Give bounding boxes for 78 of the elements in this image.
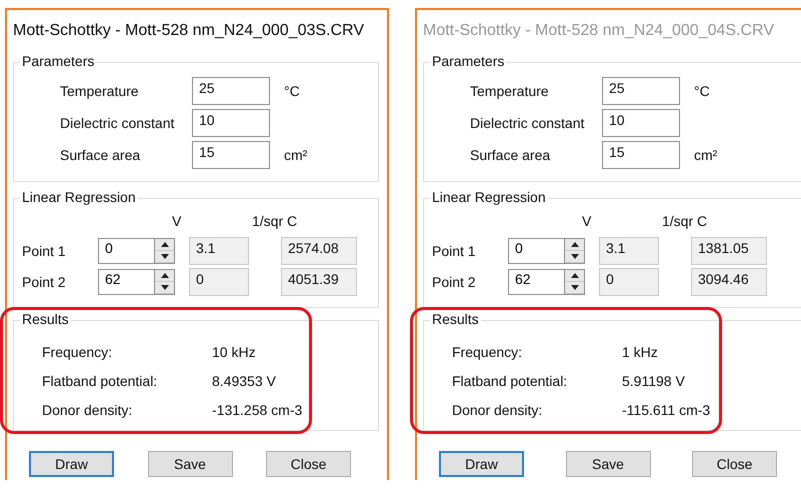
- group-title: Linear Regression: [430, 189, 548, 205]
- group-title: Parameters: [430, 53, 506, 69]
- dialog-button[interactable]: Draw: [439, 451, 524, 477]
- readonly-field[interactable]: 2574.08: [281, 237, 357, 265]
- input-field[interactable]: 15: [602, 141, 680, 169]
- spin-up-button[interactable]: [565, 239, 584, 251]
- up-arrow-icon: [160, 273, 168, 278]
- unit-label: °C: [694, 83, 711, 99]
- field-label: Dielectric constant: [470, 115, 586, 131]
- down-arrow-icon: [570, 254, 578, 259]
- result-label: Frequency:: [42, 344, 114, 360]
- input-field[interactable]: 10: [602, 109, 680, 137]
- column-header: V: [582, 213, 592, 229]
- spin-down-button[interactable]: [155, 251, 174, 263]
- input-field[interactable]: 10: [192, 109, 270, 137]
- unit-label: cm²: [694, 147, 718, 163]
- unit-label: °C: [284, 83, 301, 99]
- spin-up-button[interactable]: [565, 270, 584, 282]
- group-title: Parameters: [20, 53, 96, 69]
- dialog-button[interactable]: Draw: [29, 451, 114, 477]
- result-value: -131.258 cm-3: [212, 402, 304, 418]
- result-label: Frequency:: [452, 344, 524, 360]
- spin-down-button[interactable]: [155, 282, 174, 294]
- result-label: Flatband potential:: [42, 372, 158, 388]
- up-arrow-icon: [160, 242, 168, 247]
- readonly-field[interactable]: 3.1: [189, 237, 249, 265]
- column-header: 1/sqr C: [252, 213, 298, 229]
- point-label: Point 2: [432, 274, 477, 290]
- result-value: 5.91198 V: [622, 372, 686, 388]
- field-label: Surface area: [470, 147, 552, 163]
- field-label: Dielectric constant: [60, 115, 176, 131]
- spin-down-button[interactable]: [565, 251, 584, 263]
- field-label: Temperature: [60, 83, 140, 99]
- readonly-field[interactable]: 0: [189, 268, 249, 296]
- unit-label: cm²: [284, 147, 308, 163]
- input-field[interactable]: 25: [602, 77, 680, 105]
- group-title: Results: [20, 311, 71, 327]
- dialog-button[interactable]: Close: [692, 451, 777, 477]
- up-arrow-icon: [570, 242, 578, 247]
- input-field[interactable]: 25: [192, 77, 270, 105]
- group-title: Results: [430, 311, 481, 327]
- result-label: Donor density:: [452, 402, 544, 418]
- readonly-field[interactable]: 3.1: [599, 237, 659, 265]
- window-title: Mott-Schottky - Mott-528 nm_N24_000_04S.CRV: [423, 22, 775, 40]
- point-label: Point 1: [432, 243, 477, 259]
- result-value: 10 kHz: [212, 344, 257, 360]
- spin-field[interactable]: 62: [508, 269, 564, 295]
- column-header: 1/sqr C: [662, 213, 708, 229]
- dialog-button[interactable]: Close: [266, 451, 351, 477]
- input-field[interactable]: 15: [192, 141, 270, 169]
- result-value: 1 kHz: [622, 344, 659, 360]
- result-label: Flatband potential:: [452, 372, 568, 388]
- group-title: Linear Regression: [20, 189, 138, 205]
- point-label: Point 2: [22, 274, 67, 290]
- field-label: Surface area: [60, 147, 142, 163]
- down-arrow-icon: [160, 285, 168, 290]
- spin-field[interactable]: 0: [98, 238, 154, 264]
- readonly-field[interactable]: 1381.05: [691, 237, 767, 265]
- dialog-button[interactable]: Save: [566, 451, 650, 477]
- down-arrow-icon: [570, 285, 578, 290]
- spin-up-button[interactable]: [155, 270, 174, 282]
- field-label: Temperature: [470, 83, 550, 99]
- up-arrow-icon: [570, 273, 578, 278]
- spin-up-button[interactable]: [155, 239, 174, 251]
- window-title: Mott-Schottky - Mott-528 nm_N24_000_03S.CRV: [13, 22, 365, 40]
- readonly-field[interactable]: 0: [599, 268, 659, 296]
- dialog-button[interactable]: Save: [148, 451, 232, 477]
- readonly-field[interactable]: 4051.39: [281, 268, 357, 296]
- spin-field[interactable]: 0: [508, 238, 564, 264]
- down-arrow-icon: [160, 254, 168, 259]
- column-header: V: [172, 213, 182, 229]
- point-label: Point 1: [22, 243, 67, 259]
- result-label: Donor density:: [42, 402, 134, 418]
- result-value: 8.49353 V: [212, 372, 277, 388]
- spin-down-button[interactable]: [565, 282, 584, 294]
- spin-field[interactable]: 62: [98, 269, 154, 295]
- readonly-field[interactable]: 3094.46: [691, 268, 767, 296]
- result-value: -115.611 cm-3: [622, 402, 712, 418]
